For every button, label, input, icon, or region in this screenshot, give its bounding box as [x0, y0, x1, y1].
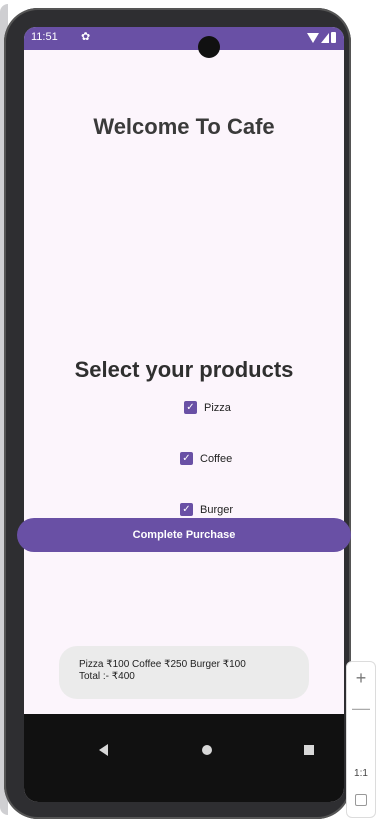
- complete-purchase-button[interactable]: Complete Purchase: [17, 518, 351, 552]
- recents-icon[interactable]: [304, 745, 314, 755]
- checkbox-checked-icon[interactable]: ✓: [180, 503, 193, 516]
- product-checkbox-burger[interactable]: ✓ Burger: [180, 503, 233, 516]
- page-title: Welcome To Cafe: [93, 114, 275, 139]
- fit-screen-icon[interactable]: [355, 794, 367, 806]
- product-label: Pizza: [204, 401, 231, 414]
- product-label: Burger: [200, 503, 234, 516]
- section-title: Select your products: [74, 357, 294, 382]
- battery-icon: [331, 32, 336, 43]
- toast-total: Total :- ₹400: [79, 671, 135, 682]
- settings-icon: ✿: [81, 31, 91, 43]
- status-time: 11:51: [31, 31, 58, 43]
- zoom-in-icon[interactable]: +: [347, 668, 375, 689]
- back-icon[interactable]: [99, 744, 108, 756]
- order-summary-toast: Pizza ₹100 Coffee ₹250 Burger ₹100 Total…: [59, 646, 309, 699]
- wifi-icon: [307, 32, 319, 43]
- zoom-out-icon[interactable]: —: [347, 698, 375, 719]
- product-label: Coffee: [200, 452, 233, 465]
- checkbox-checked-icon[interactable]: ✓: [184, 401, 197, 414]
- status-bar: 11:51 ✿: [24, 27, 344, 50]
- zoom-ratio-button[interactable]: 1:1: [347, 768, 375, 779]
- toast-line-items: Pizza ₹100 Coffee ₹250 Burger ₹100: [79, 659, 246, 670]
- camera-cutout: [198, 36, 220, 58]
- product-checkbox-pizza[interactable]: ✓ Pizza: [184, 401, 231, 414]
- android-nav-bar: [24, 714, 344, 802]
- signal-icon: [321, 32, 329, 43]
- status-icons: [307, 32, 336, 43]
- product-checkbox-coffee[interactable]: ✓ Coffee: [180, 452, 232, 465]
- home-icon[interactable]: [202, 745, 212, 755]
- emulator-zoom-panel: + — 1:1: [346, 661, 376, 818]
- emulator-stage: 11:51 ✿ Welcome To Cafe Select your prod…: [0, 0, 389, 823]
- checkbox-checked-icon[interactable]: ✓: [180, 452, 193, 465]
